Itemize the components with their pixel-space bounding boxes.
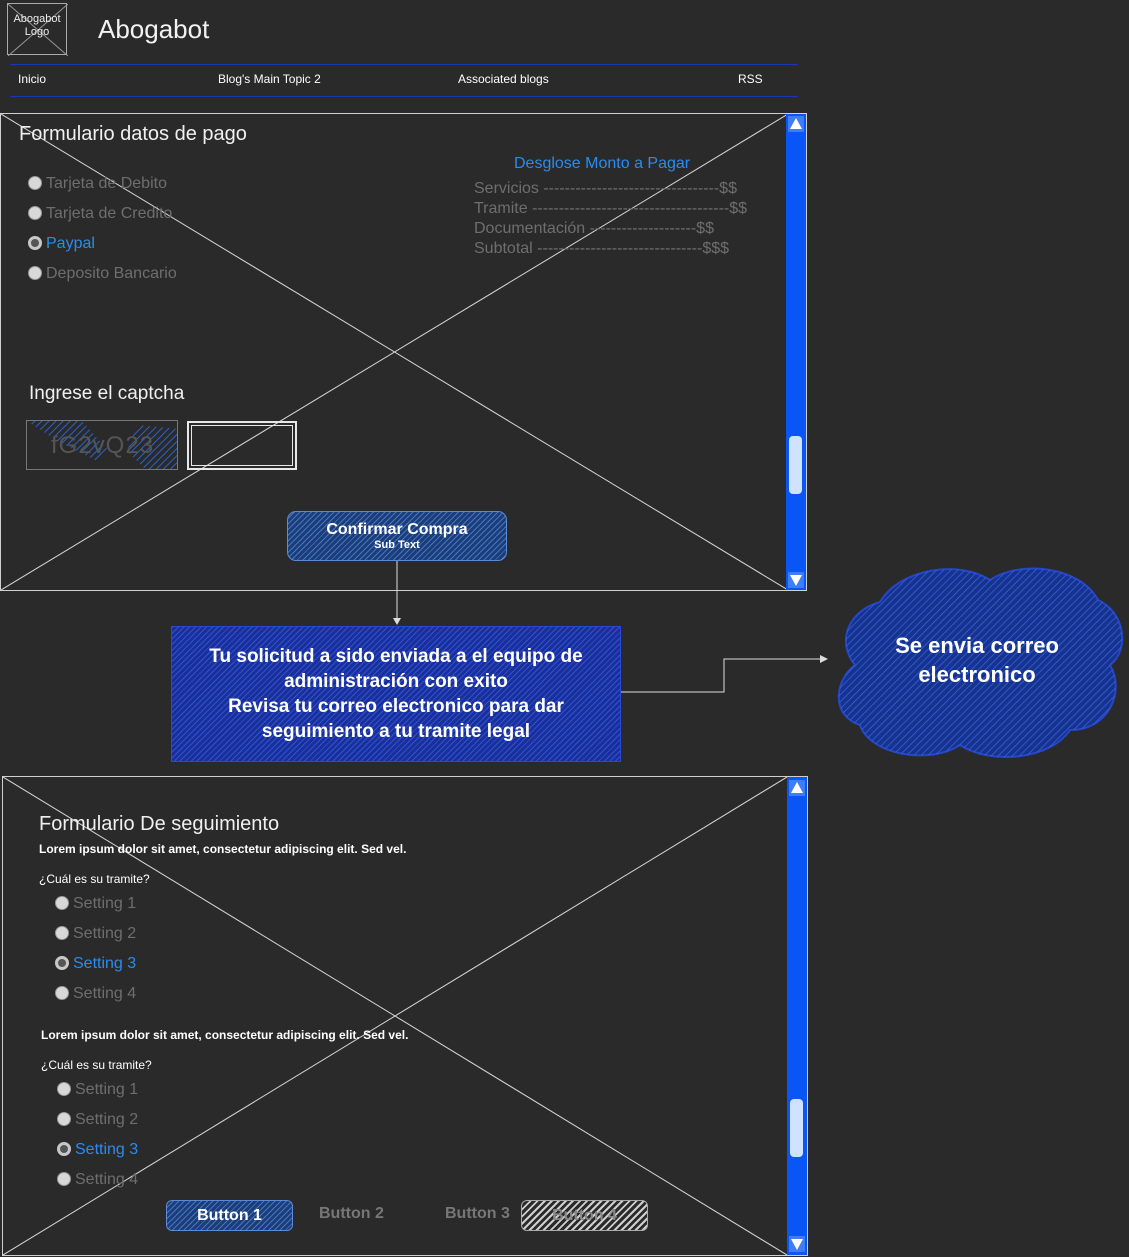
arrow-right-icon (820, 655, 828, 663)
scroll-down-icon[interactable] (789, 1236, 805, 1252)
message-line: seguimiento a tu tramite legal (261, 721, 531, 742)
radio-icon (57, 1082, 71, 1096)
success-message-box: Tu solicitud a sido enviada a el equipo … (171, 626, 621, 762)
scrollbar-thumb[interactable] (790, 1099, 803, 1157)
radio-g2-setting-3[interactable]: Setting 3 (57, 1141, 138, 1159)
radio-icon (55, 896, 69, 910)
message-line: Tu solicitud a sido enviada a el equipo … (209, 646, 583, 667)
radio-selected-icon (55, 956, 69, 970)
arrow-down-icon (393, 618, 401, 625)
radio-g2-setting-2[interactable]: Setting 2 (57, 1111, 138, 1129)
radio-g1-setting-3[interactable]: Setting 3 (55, 955, 136, 973)
group1-question: ¿Cuál es su tramite? (39, 872, 150, 886)
message-line: Revisa tu correo electronico para dar (228, 696, 564, 717)
radio-g1-setting-4[interactable]: Setting 4 (55, 985, 136, 1003)
group1-description: Lorem ipsum dolor sit amet, consectetur … (39, 842, 407, 856)
cloud-line: electronico (918, 662, 1036, 687)
followup-form-title: Formulario De seguimiento (39, 813, 280, 835)
radio-icon (55, 926, 69, 940)
cloud-line: Se envia correo (895, 633, 1059, 658)
scroll-up-icon[interactable] (789, 780, 805, 796)
message-line: administración con exito (284, 671, 508, 692)
radio-icon (57, 1112, 71, 1126)
button-4[interactable]: Button 4 (521, 1200, 648, 1231)
button-3[interactable]: Button 3 (445, 1205, 510, 1223)
scrollbar[interactable] (787, 777, 807, 1255)
radio-g1-setting-1[interactable]: Setting 1 (55, 895, 136, 913)
radio-icon (55, 986, 69, 1000)
radio-g2-setting-1[interactable]: Setting 1 (57, 1081, 138, 1099)
radio-g1-setting-2[interactable]: Setting 2 (55, 925, 136, 943)
button-2[interactable]: Button 2 (319, 1205, 384, 1223)
button-1[interactable]: Button 1 (166, 1200, 293, 1231)
radio-icon (57, 1172, 71, 1186)
radio-selected-icon (57, 1142, 71, 1156)
email-sent-cloud-text: Se envia correo electronico (862, 631, 1092, 689)
group2-description: Lorem ipsum dolor sit amet, consectetur … (41, 1028, 409, 1042)
group2-question: ¿Cuál es su tramite? (41, 1058, 152, 1072)
radio-g2-setting-4[interactable]: Setting 4 (57, 1171, 138, 1189)
